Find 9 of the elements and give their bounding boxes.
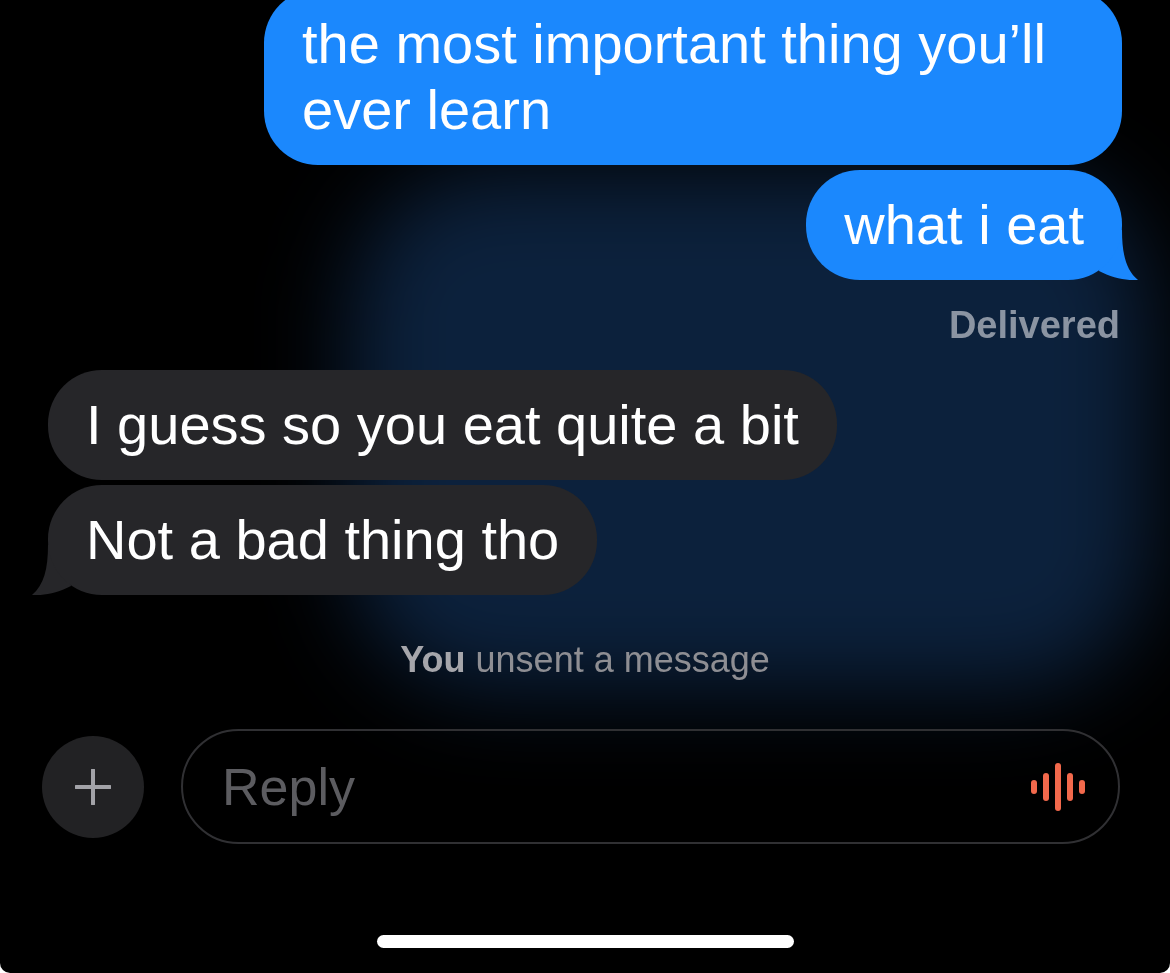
message-bubble: what i eat xyxy=(806,170,1122,280)
reply-field[interactable]: Reply xyxy=(181,729,1120,844)
message-bubble: the most important thing you’ll ever learn xyxy=(264,0,1122,165)
message-bubble: I guess so you eat quite a bit xyxy=(48,370,837,480)
unsent-notice: You unsent a message xyxy=(400,638,770,682)
delivery-status: Delivered xyxy=(948,303,1120,347)
waveform-icon[interactable] xyxy=(1031,763,1085,811)
message-bubble: Not a bad thing tho xyxy=(48,485,598,595)
plus-icon xyxy=(75,768,111,805)
